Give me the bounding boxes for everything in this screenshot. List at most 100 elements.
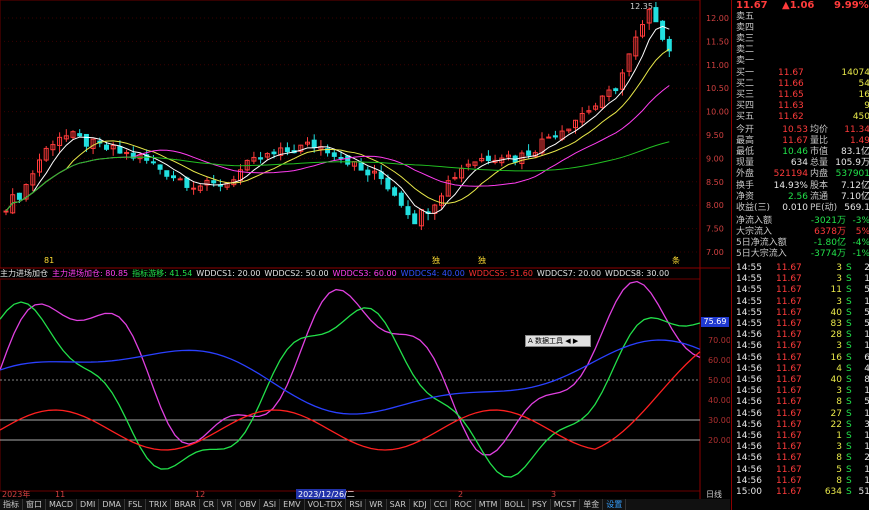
- tick-time: 14:55: [736, 307, 762, 318]
- candle-body: [311, 139, 317, 148]
- tick-price: 11.67: [776, 408, 802, 419]
- indicator-axis-label: 40.00: [708, 396, 730, 405]
- tick-side: S: [846, 386, 852, 397]
- tick-price: 11.67: [776, 375, 802, 385]
- indicator-red-line: [0, 351, 701, 451]
- bid-label: 买五: [736, 112, 755, 122]
- tab-10[interactable]: OBV: [236, 499, 261, 510]
- tick-count: 1: [856, 430, 869, 442]
- tick-row: 14:56 11.67 3S1: [734, 385, 869, 396]
- tick-count: 1: [856, 475, 869, 487]
- candle-body: [660, 20, 666, 40]
- stat-value: 521194: [773, 169, 808, 179]
- tab-13[interactable]: VOL-TDX: [305, 499, 347, 510]
- candle-body: [365, 169, 371, 176]
- price-frame: [0, 0, 701, 269]
- tick-row: 14:56 11.67 3S1: [734, 340, 869, 351]
- candle-body: [345, 155, 351, 165]
- tick-row: 14:56 11.67 28 S1: [734, 329, 869, 340]
- tick-price: 11.67: [776, 386, 802, 397]
- candle-body: [16, 192, 22, 200]
- tab-15[interactable]: WR: [366, 499, 387, 510]
- tab-25[interactable]: 设置: [603, 499, 627, 510]
- stat-label: 内盘: [810, 169, 829, 179]
- tick-time: 14:56: [736, 386, 762, 397]
- tab-24[interactable]: 单金: [580, 499, 604, 510]
- candle-body: [613, 88, 619, 92]
- tick-vol: 4: [836, 363, 842, 374]
- tick-vol: 3: [836, 341, 842, 352]
- chart-area[interactable]: 12.00 11.50 11.00 10.50 10.00 9.50 9.00 8.50 8.0…: [0, 0, 730, 510]
- tab-5[interactable]: FSL: [125, 499, 146, 510]
- tick-side: S: [846, 487, 852, 497]
- tab-3[interactable]: DMI: [77, 499, 100, 510]
- tab-1[interactable]: 窗口: [23, 499, 46, 510]
- candle-body: [191, 187, 197, 190]
- tab-16[interactable]: SAR: [387, 499, 410, 510]
- tick-count: 3: [856, 419, 869, 431]
- indicator-value: 主力进场加仓: 80.85: [52, 269, 129, 278]
- quote-panel: 11.67 ▲1.06 9.99% 卖五 卖四 卖三 卖二 卖一 买一 11.67 14074 买二 1…: [731, 0, 869, 510]
- tick-row: 14:56 11.67 1S1: [734, 430, 869, 441]
- tab-23[interactable]: MCST: [551, 499, 581, 510]
- tab-20[interactable]: MTM: [476, 499, 502, 510]
- kline-chart[interactable]: 12.00 11.50 11.00 10.50 10.00 9.50 9.00 8.50 8.0…: [0, 0, 730, 510]
- tick-vol: 1: [836, 431, 842, 441]
- tick-side: S: [846, 453, 852, 464]
- tab-7[interactable]: BRAR: [171, 499, 201, 510]
- data-tool-popup[interactable]: A 数据工具 ◀ ▶: [525, 335, 591, 347]
- stat-row: 现量 634 总量 105.9万: [734, 157, 869, 168]
- tab-8[interactable]: CR: [200, 499, 219, 510]
- tab-4[interactable]: DMA: [99, 499, 125, 510]
- indicator-value: 指标游移: 41.54: [132, 269, 193, 278]
- tick-count: 6: [856, 352, 869, 364]
- popup-label: A 数据工具 ◀ ▶: [528, 337, 579, 345]
- tick-count: 1: [856, 329, 869, 341]
- tab-12[interactable]: EMV: [280, 499, 305, 510]
- tick-side: S: [846, 285, 852, 296]
- tick-vol: 40: [830, 375, 842, 385]
- tick-vol: 28: [830, 330, 842, 341]
- bid-row: 买一 11.67 14074: [734, 67, 869, 78]
- tick-vol: 8: [836, 453, 842, 464]
- price-axis-label: 7.00: [706, 248, 724, 257]
- tick-row: 14:55 11.67 3S1: [734, 273, 869, 284]
- tick-side: S: [846, 307, 852, 318]
- price-axis-label: 8.00: [706, 201, 724, 210]
- tab-17[interactable]: KDJ: [410, 499, 431, 510]
- candle-body: [104, 144, 109, 150]
- tick-count: 2: [856, 452, 869, 464]
- signal-marker: 独: [432, 255, 440, 265]
- tab-11[interactable]: ASI: [260, 499, 281, 510]
- tab-22[interactable]: PSY: [529, 499, 551, 510]
- tick-price: 11.67: [776, 442, 802, 453]
- tick-time: 14:56: [736, 431, 762, 441]
- tab-0[interactable]: 指标: [0, 499, 23, 510]
- tab-21[interactable]: BOLL: [501, 499, 529, 510]
- tab-19[interactable]: ROC: [451, 499, 476, 510]
- candle-body: [3, 210, 9, 213]
- tick-side: S: [846, 431, 852, 441]
- tab-18[interactable]: CCI: [431, 499, 452, 510]
- tick-side: S: [846, 442, 852, 453]
- tick-price: 11.67: [776, 431, 802, 441]
- tick-vol: 22: [830, 419, 842, 430]
- tick-row: 14:56 11.67 8S5: [734, 396, 869, 407]
- tick-time: 14:55: [736, 285, 762, 296]
- price-axis-label: 11.50: [706, 37, 729, 46]
- bid-row: 买三 11.65 16: [734, 89, 869, 100]
- tab-9[interactable]: VR: [218, 499, 237, 510]
- tab-2[interactable]: MACD: [46, 499, 77, 510]
- ma5-line: [5, 25, 670, 214]
- indicator-axis-label: 70.00: [708, 336, 730, 345]
- candle-body: [211, 180, 217, 184]
- tick-price: 11.67: [776, 263, 802, 273]
- bottom-control[interactable]: 日线: [706, 489, 722, 499]
- time-axis-label: 2023年: [2, 489, 30, 499]
- tick-count: 8: [856, 374, 869, 386]
- tick-row: 14:56 11.67 3S1: [734, 441, 869, 452]
- tab-14[interactable]: RSI: [346, 499, 367, 510]
- stat-row: 今开 10.53 均价 11.34: [734, 124, 869, 135]
- tab-6[interactable]: TRIX: [146, 499, 172, 510]
- price-axis-label: 9.50: [706, 131, 724, 140]
